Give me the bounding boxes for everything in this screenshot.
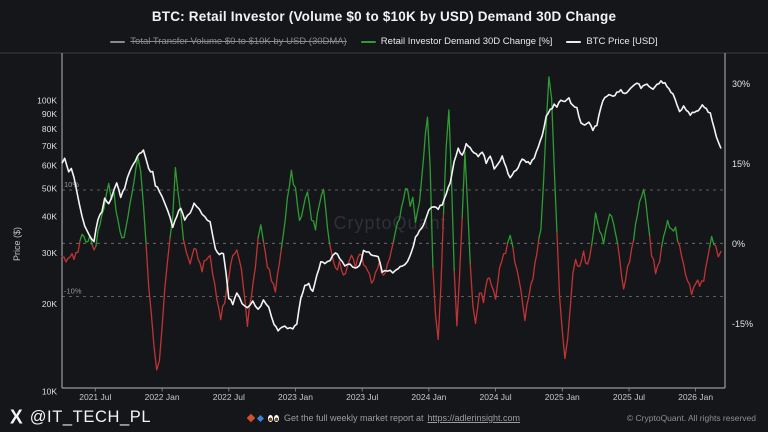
svg-text:80K: 80K	[42, 124, 57, 134]
svg-text:CryptoQuant: CryptoQuant	[333, 213, 446, 233]
x-twitter-logo-icon: X	[10, 408, 23, 428]
svg-text:15%: 15%	[732, 159, 750, 169]
chart-canvas[interactable]: 10%-10%2021 Jul2022 Jan2022 Jul2023 Jan2…	[0, 0, 768, 432]
svg-text:30%: 30%	[732, 79, 750, 89]
svg-text:0%: 0%	[732, 239, 745, 249]
promo-text: Get the full weekly market report at	[284, 413, 424, 423]
svg-text:40K: 40K	[42, 212, 57, 222]
copyright: © CryptoQuant. All rights reserved	[627, 413, 756, 423]
author-handle-block: X @IT_TECH_PL	[10, 408, 151, 427]
svg-text:20K: 20K	[42, 299, 57, 309]
svg-text:50K: 50K	[42, 183, 57, 193]
svg-text:100K: 100K	[37, 96, 57, 106]
svg-text:30K: 30K	[42, 248, 57, 258]
svg-text:10K: 10K	[42, 387, 57, 397]
eyes-icon	[268, 415, 279, 422]
diamond-orange-icon	[247, 414, 255, 422]
svg-text:10%: 10%	[64, 180, 79, 189]
svg-text:60K: 60K	[42, 160, 57, 170]
diamond-blue-icon	[257, 414, 264, 421]
chart-window: BTC: Retail Investor (Volume $0 to $10K …	[0, 0, 768, 432]
author-handle: @IT_TECH_PL	[30, 408, 151, 427]
svg-text:70K: 70K	[42, 141, 57, 151]
promo-link[interactable]: https://adlerinsight.com	[428, 413, 521, 423]
footer: X @IT_TECH_PL Get the full weekly market…	[0, 400, 768, 432]
promo-line: Get the full weekly market report at htt…	[248, 413, 520, 423]
svg-text:Price ($): Price ($)	[12, 227, 22, 261]
svg-text:90K: 90K	[42, 109, 57, 119]
svg-text:-10%: -10%	[64, 287, 82, 296]
svg-text:-15%: -15%	[732, 319, 753, 329]
